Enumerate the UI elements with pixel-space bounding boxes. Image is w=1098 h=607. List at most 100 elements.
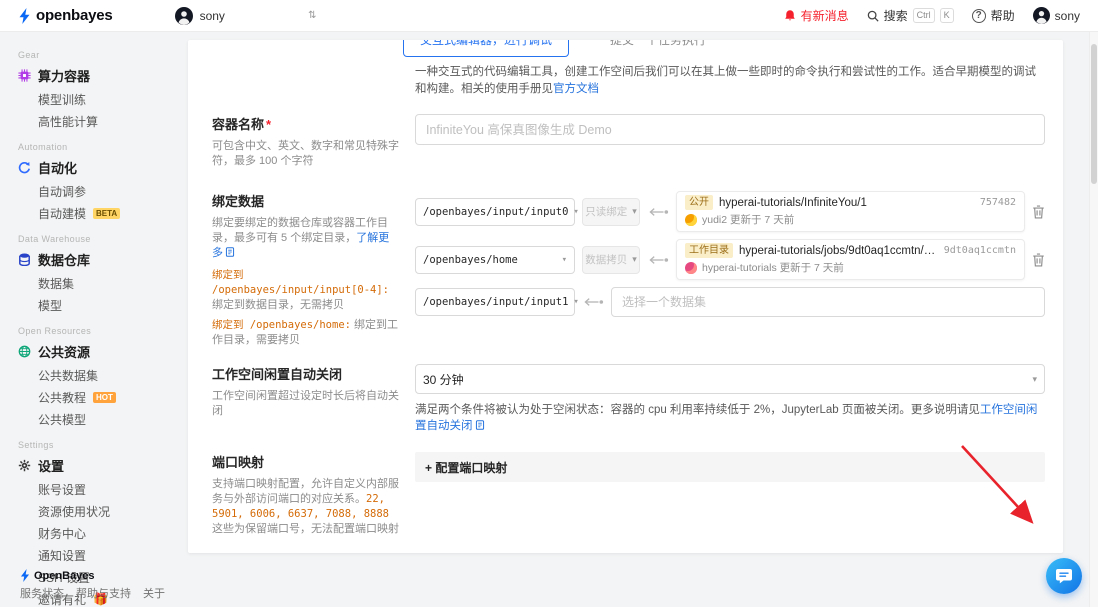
page-footer: OpenBayes 服务状态 帮助与支持 关于 — [20, 569, 165, 601]
idle-timeout-select[interactable]: 30 分钟 ▾ — [415, 364, 1045, 394]
sidebar-label: 算力容器 — [38, 69, 91, 84]
sidebar-label: 通知设置 — [38, 548, 87, 563]
footer-link-status[interactable]: 服务状态 — [20, 585, 64, 601]
add-port-mapping-button[interactable]: + 配置端口映射 — [415, 452, 1045, 482]
chevron-down-icon: ▾ — [632, 254, 637, 264]
port-mapping-hint: 支持端口映射配置，允许自定义内部服务与外部访问端口的对应关系。22, 5901,… — [212, 478, 399, 535]
header-actions: 有新消息 搜索 Ctrl K ? 帮助 sony — [784, 7, 1080, 24]
doc-icon — [475, 420, 484, 430]
sidebar-label: 账号设置 — [38, 482, 87, 497]
sidebar-item-auto-modeling[interactable]: 自动建模 BETA — [0, 202, 188, 224]
dataset-visibility-tag: 公开 — [685, 195, 713, 210]
binding-row-2: /openbayes/home ▾ 数据拷贝 ▾ 工作目录 hyperai-tuto… — [415, 239, 1045, 280]
sidebar-label: 数据集 — [38, 276, 75, 291]
sidebar-caption-open-resources: Open Resources — [18, 326, 92, 336]
container-name-input[interactable] — [415, 114, 1045, 145]
logo[interactable]: openbayes — [18, 7, 113, 24]
footer-link-support[interactable]: 帮助与支持 — [76, 585, 131, 601]
bind-mode-select-disabled: 只读绑定 ▾ — [582, 197, 640, 226]
chat-widget-button[interactable] — [1046, 558, 1082, 594]
container-name-label: 容器名称 * — [212, 117, 272, 132]
remove-binding-button[interactable] — [1032, 252, 1045, 267]
automation-icon — [18, 161, 31, 174]
sidebar-label: 模型训练 — [38, 92, 87, 107]
port-mapping-label: 端口映射 — [212, 455, 265, 470]
scrollbar-thumb[interactable] — [1091, 44, 1097, 184]
tab-interactive-editor[interactable]: 交互式编辑器，进行调试 — [403, 40, 569, 57]
bind-path-select[interactable]: /openbayes/input/input1 ▾ — [415, 288, 579, 316]
chip-icon — [18, 69, 31, 82]
sidebar-item-notification-settings[interactable]: 通知设置 — [0, 544, 188, 566]
sidebar-item-model-training[interactable]: 模型训练 — [0, 88, 188, 110]
sidebar-item-hpc[interactable]: 高性能计算 — [0, 110, 188, 132]
dataset-meta: hyperai-tutorials 更新于 7 天前 — [702, 262, 844, 274]
sidebar-caption-settings: Settings — [18, 440, 54, 450]
bind-path-select[interactable]: /openbayes/home ▾ — [415, 245, 575, 274]
sidebar-item-compute-containers[interactable]: 算力容器 — [0, 63, 188, 88]
remove-binding-button[interactable] — [1032, 204, 1045, 219]
sidebar-label: 资源使用状况 — [38, 504, 111, 519]
top-header: openbayes sony ⇅ 有新消息 搜索 Ctrl K ? 帮助 son… — [0, 0, 1098, 32]
bind-path-select[interactable]: /openbayes/input/input0 ▾ — [415, 197, 579, 226]
kbd-k: K — [939, 8, 954, 23]
bell-icon — [784, 10, 795, 21]
binding-row-1: /openbayes/input/input0 ▾ 只读绑定 ▾ 公开 hypera… — [415, 191, 1045, 232]
sidebar-label: 设置 — [38, 459, 65, 474]
dataset-picker-input[interactable] — [611, 287, 1045, 317]
page: { "header": { "logo_text": "openbayes", … — [0, 0, 1098, 607]
bind-note-home: 绑定到 /openbayes/home: 绑定到工作目录，需要拷贝 — [212, 319, 399, 346]
bind-arrow-icon — [647, 255, 669, 265]
sidebar-item-datasets[interactable]: 数据集 — [0, 272, 188, 294]
idle-shutdown-label: 工作空间闲置自动关闭 — [212, 367, 343, 382]
dataset-title: hyperai-tutorials/jobs/9dt0aq1ccmtn/outp… — [739, 244, 938, 257]
tab-submit-task[interactable]: 提交一个任务执行 — [610, 40, 706, 57]
gear-icon — [18, 459, 31, 472]
create-container-form: 交互式编辑器，进行调试 提交一个任务执行 一种交互式的代码编辑工具，创建工作空间… — [188, 40, 1063, 553]
dataset-owner-avatar — [685, 213, 697, 226]
workspace-name: sony — [199, 8, 225, 23]
chevron-down-icon: ▾ — [1032, 373, 1037, 384]
sidebar-item-billing-center[interactable]: 财务中心 — [0, 522, 188, 544]
sidebar-item-public-tutorials[interactable]: 公共教程 HOT — [0, 386, 188, 408]
logo-bolt-icon — [19, 7, 30, 24]
globe-icon — [18, 345, 31, 358]
search-button[interactable]: 搜索 Ctrl K — [867, 7, 954, 24]
workspace-caret-icon: ⇅ — [308, 10, 317, 21]
notifications-link[interactable]: 有新消息 — [784, 7, 849, 24]
workspace-selector[interactable]: sony ⇅ — [174, 6, 317, 25]
dataset-card[interactable]: 公开 hyperai-tutorials/InfiniteYou/1 75748… — [676, 191, 1025, 232]
trash-icon — [1033, 204, 1044, 219]
sidebar-item-public-datasets[interactable]: 公共数据集 — [0, 364, 188, 386]
footer-link-about[interactable]: 关于 — [143, 585, 165, 601]
dataset-owner-avatar — [685, 261, 697, 274]
sidebar-item-account-settings[interactable]: 账号设置 — [0, 478, 188, 500]
idle-shutdown-note: 满足两个条件将被认为处于空闲状态：容器的 cpu 利用率持续低于 2%，Jupy… — [415, 404, 1038, 432]
binding-row-3: /openbayes/input/input1 ▾ — [415, 287, 1045, 317]
doc-icon — [225, 247, 235, 257]
sidebar-item-public-models[interactable]: 公共模型 — [0, 408, 188, 430]
sidebar-item-auto-tuning[interactable]: 自动调参 — [0, 180, 188, 202]
sidebar-item-automation[interactable]: 自动化 — [0, 155, 188, 180]
sidebar-label: 公共资源 — [38, 345, 91, 360]
trash-icon — [1033, 252, 1044, 267]
sidebar-caption-data-warehouse: Data Warehouse — [18, 234, 91, 244]
user-name: sony — [1054, 8, 1080, 23]
help-button[interactable]: ? 帮助 — [971, 7, 1015, 24]
sidebar-item-resource-usage[interactable]: 资源使用状况 — [0, 500, 188, 522]
dataset-meta: yudi2 更新于 7 天前 — [702, 214, 795, 226]
sidebar-item-data-warehouse[interactable]: 数据仓库 — [0, 247, 188, 272]
beta-badge: BETA — [93, 207, 121, 219]
user-menu[interactable]: sony — [1032, 7, 1080, 24]
sidebar-label: 数据仓库 — [38, 253, 91, 268]
sidebar-caption-automation: Automation — [18, 142, 68, 152]
official-docs-link[interactable]: 官方文档 — [553, 83, 599, 95]
footer-bolt-icon — [20, 569, 30, 582]
search-label: 搜索 — [883, 9, 908, 23]
sidebar-label: 自动建模 — [38, 206, 87, 221]
bind-data-hint: 绑定要绑定的数据仓库或容器工作目录，最多可有 5 个绑定目录，了解更多 — [212, 217, 390, 259]
sidebar-item-settings[interactable]: 设置 — [0, 453, 188, 478]
sidebar-item-public-resources[interactable]: 公共资源 — [0, 339, 188, 364]
dataset-card[interactable]: 工作目录 hyperai-tutorials/jobs/9dt0aq1ccmtn… — [676, 239, 1025, 280]
sidebar-item-models[interactable]: 模型 — [0, 294, 188, 316]
chevron-down-icon: ▾ — [573, 206, 579, 217]
